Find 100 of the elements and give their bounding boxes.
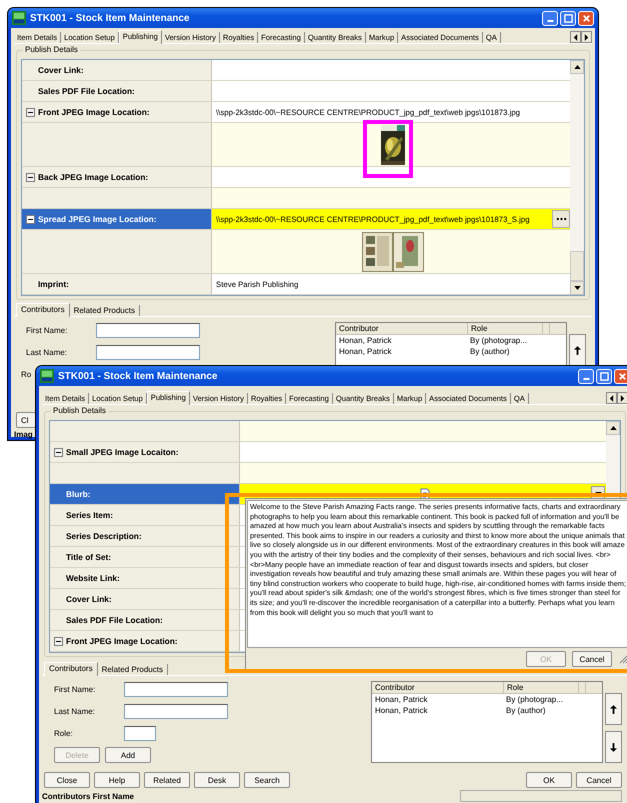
- column-header[interactable]: Contributor: [336, 323, 468, 334]
- label-cell[interactable]: Cover Link:: [22, 60, 212, 80]
- label-cell[interactable]: Website Link:: [50, 568, 240, 588]
- input-field[interactable]: [96, 323, 200, 338]
- value-cell[interactable]: [240, 421, 606, 441]
- footer-button[interactable]: Close: [44, 772, 90, 788]
- property-label: Small JPEG Image Locaiton:: [66, 447, 178, 457]
- label-cell[interactable]: Sales PDF File Location:: [22, 81, 212, 101]
- value-cell[interactable]: [240, 463, 606, 483]
- value-cell[interactable]: [212, 81, 570, 101]
- scrollbar[interactable]: [570, 60, 584, 295]
- footer-button[interactable]: OK: [526, 772, 572, 788]
- value-cell[interactable]: [212, 60, 570, 80]
- label-cell[interactable]: [50, 421, 240, 441]
- label-cell[interactable]: Series Description:: [50, 526, 240, 546]
- minimize-button[interactable]: [578, 368, 594, 384]
- footer-button[interactable]: Related: [144, 772, 190, 788]
- list-cell[interactable]: Honan, Patrick: [336, 335, 467, 346]
- value-cell[interactable]: [212, 167, 570, 187]
- move-up-button[interactable]: [569, 334, 586, 366]
- minimize-button[interactable]: [542, 10, 558, 26]
- maximize-button[interactable]: [560, 10, 576, 26]
- label-cell[interactable]: Front JPEG Image Location:: [22, 102, 212, 122]
- list-cell[interactable]: Honan, Patrick: [372, 694, 503, 705]
- scrollbar-thumb[interactable]: [570, 251, 584, 281]
- footer-button[interactable]: Cl: [16, 412, 36, 428]
- maximize-button[interactable]: [596, 368, 612, 384]
- close-button[interactable]: [614, 368, 627, 384]
- property-label: Front JPEG Image Location:: [66, 636, 178, 646]
- ellipsis-button[interactable]: [552, 210, 570, 228]
- list-cell[interactable]: By (photograp...: [467, 335, 541, 346]
- input-field[interactable]: [124, 682, 228, 697]
- label-cell[interactable]: Imprint:: [22, 274, 212, 294]
- list-cell[interactable]: Honan, Patrick: [336, 346, 467, 357]
- move-up-button[interactable]: [605, 693, 622, 725]
- value-cell[interactable]: [240, 442, 606, 462]
- close-icon: [618, 372, 626, 380]
- app-icon: [40, 369, 54, 383]
- value-cell[interactable]: [212, 188, 570, 208]
- window-title: STK001 - Stock Item Maintenance: [58, 370, 218, 382]
- caret-left-icon: [609, 394, 614, 402]
- property-label: Title of Set:: [65, 552, 112, 562]
- status-text: Contributors First Name: [42, 792, 134, 800]
- label-cell[interactable]: [22, 123, 212, 166]
- list-cell[interactable]: By (author): [503, 705, 577, 716]
- tab[interactable]: Contributors: [44, 662, 98, 676]
- input-field[interactable]: [124, 726, 156, 741]
- popup-button[interactable]: Cancel: [572, 651, 612, 667]
- scroll-down-button[interactable]: [570, 281, 584, 295]
- minimize-icon: [582, 378, 590, 380]
- value-cell[interactable]: [212, 123, 570, 166]
- column-header[interactable]: Contributor: [372, 682, 504, 693]
- label-cell[interactable]: Spread JPEG Image Location:: [22, 209, 212, 229]
- property-label: Blurb:: [65, 489, 90, 499]
- footer-button[interactable]: Desk: [194, 772, 240, 788]
- column-header[interactable]: Role: [504, 682, 579, 693]
- scroll-up-button[interactable]: [606, 421, 620, 435]
- input-field[interactable]: [96, 345, 200, 360]
- tab-scroll-right-button[interactable]: [581, 31, 592, 43]
- collapse-icon[interactable]: [26, 172, 35, 182]
- label-cell[interactable]: [50, 463, 240, 483]
- caret-up-icon: [574, 65, 580, 69]
- footer-button[interactable]: Cancel: [576, 772, 622, 788]
- scroll-up-button[interactable]: [570, 60, 584, 74]
- collapse-icon[interactable]: [54, 448, 63, 456]
- label-cell[interactable]: Front JPEG Image Location:: [50, 631, 240, 651]
- tab-scroll-left-button[interactable]: [606, 392, 617, 404]
- label-cell[interactable]: Back JPEG Image Location:: [22, 167, 212, 187]
- collapse-icon[interactable]: [26, 214, 35, 224]
- tab[interactable]: Related Products: [98, 664, 168, 675]
- label-cell[interactable]: Sales PDF File Location:: [50, 610, 240, 630]
- label-cell[interactable]: [22, 188, 212, 208]
- move-down-button[interactable]: [605, 731, 622, 763]
- collapse-icon[interactable]: [54, 636, 63, 646]
- caret-down-icon: [574, 286, 580, 290]
- field-label: First Name:: [26, 326, 68, 335]
- input-field[interactable]: [124, 704, 228, 719]
- tab-scroll-right-button[interactable]: [617, 392, 627, 404]
- form-button[interactable]: Add: [105, 747, 151, 763]
- label-cell[interactable]: Cover Link:: [50, 589, 240, 609]
- resize-grip-icon[interactable]: [618, 654, 627, 664]
- label-cell[interactable]: Small JPEG Image Locaiton:: [50, 442, 240, 462]
- list-cell[interactable]: Honan, Patrick: [372, 705, 503, 716]
- column-header[interactable]: Role: [468, 323, 543, 334]
- group-title: Publish Details: [23, 45, 80, 54]
- label-cell[interactable]: [22, 230, 212, 273]
- list-cell[interactable]: By (photograp...: [503, 694, 577, 705]
- label-cell[interactable]: Title of Set:: [50, 547, 240, 567]
- tab[interactable]: Contributors: [16, 303, 70, 317]
- footer-button[interactable]: Help: [94, 772, 140, 788]
- collapse-icon[interactable]: [26, 108, 35, 116]
- close-icon: [582, 14, 590, 22]
- label-cell[interactable]: Series Item:: [50, 505, 240, 525]
- list-cell[interactable]: By (author): [467, 346, 541, 357]
- label-cell[interactable]: Blurb:: [50, 484, 240, 504]
- tab[interactable]: Related Products: [70, 305, 140, 316]
- tab-scroll-left-button[interactable]: [570, 31, 581, 43]
- close-button[interactable]: [578, 10, 594, 26]
- value-cell[interactable]: [212, 230, 570, 273]
- footer-button[interactable]: Search: [244, 772, 290, 788]
